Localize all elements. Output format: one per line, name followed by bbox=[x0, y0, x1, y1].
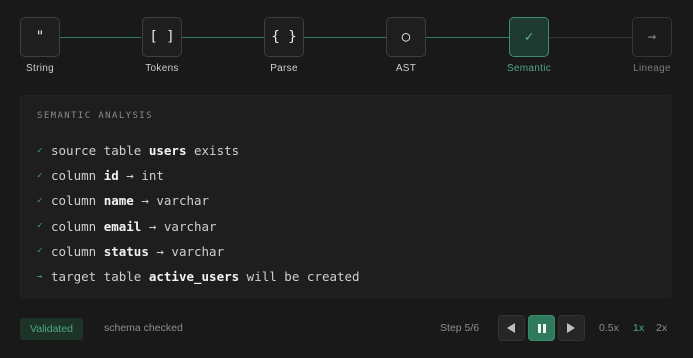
step-parse[interactable]: { } bbox=[264, 17, 304, 57]
check-subject: email bbox=[103, 218, 142, 234]
check-text: → varchar bbox=[133, 193, 210, 209]
check-item: ✓ column status → varchar bbox=[37, 239, 360, 264]
check-text: → int bbox=[118, 168, 164, 184]
semantic-analysis-panel: SEMANTIC ANALYSIS ✓ source table users ex… bbox=[20, 95, 671, 298]
step-tokens[interactable]: [ ] bbox=[142, 17, 182, 57]
step-label-tokens: Tokens bbox=[145, 63, 179, 74]
pipeline-stepper: " String [ ] Tokens { } Parse ○ AST ✓ Se… bbox=[0, 0, 693, 90]
check-text: target table bbox=[51, 269, 149, 285]
status-badge: Validated bbox=[20, 318, 84, 340]
step-label-lineage: Lineage bbox=[633, 63, 671, 74]
check-list: ✓ source table users exists ✓ column id → … bbox=[37, 138, 360, 289]
check-icon: ✓ bbox=[37, 145, 43, 156]
connector-4 bbox=[425, 37, 510, 38]
check-subject: name bbox=[103, 193, 134, 209]
check-text: exists bbox=[186, 143, 240, 159]
step-label-semantic: Semantic bbox=[506, 63, 552, 74]
check-subject: active_users bbox=[148, 269, 240, 285]
check-icon: ✓ bbox=[524, 29, 534, 45]
speed-option-1x[interactable]: 1x bbox=[633, 322, 644, 334]
panel-title: SEMANTIC ANALYSIS bbox=[37, 111, 153, 121]
play-pause-button[interactable] bbox=[528, 315, 555, 341]
pipeline-viewer: " String [ ] Tokens { } Parse ○ AST ✓ Se… bbox=[0, 0, 693, 358]
connector-5 bbox=[549, 37, 633, 38]
check-item: ✓ column id → int bbox=[37, 163, 360, 188]
check-text: source table bbox=[51, 143, 149, 159]
connector-3 bbox=[303, 37, 386, 38]
status-text: schema checked bbox=[104, 322, 183, 334]
step-string[interactable]: " bbox=[20, 17, 60, 57]
step-label-ast: AST bbox=[395, 63, 417, 74]
check-text: → varchar bbox=[148, 243, 225, 259]
brackets-icon: [ ] bbox=[149, 29, 175, 45]
check-text: column bbox=[51, 243, 104, 259]
connector-1 bbox=[59, 37, 141, 38]
check-subject: users bbox=[148, 143, 187, 159]
arrow-right-icon: → bbox=[37, 271, 43, 282]
step-semantic[interactable]: ✓ bbox=[509, 17, 549, 57]
speed-option-0-5x[interactable]: 0.5x bbox=[599, 322, 619, 334]
check-item: ✓ column name → varchar bbox=[37, 188, 360, 213]
speed-option-2x[interactable]: 2x bbox=[656, 322, 667, 334]
step-lineage[interactable]: → bbox=[632, 17, 672, 57]
check-text: will be created bbox=[239, 269, 360, 285]
check-icon: ✓ bbox=[37, 221, 43, 232]
step-ast[interactable]: ○ bbox=[386, 17, 426, 57]
quote-icon: " bbox=[35, 29, 45, 45]
check-item: → target table active_users will be creat… bbox=[37, 264, 360, 289]
check-text: column bbox=[51, 218, 104, 234]
step-label-parse: Parse bbox=[270, 63, 298, 74]
check-text: column bbox=[51, 193, 104, 209]
connector-2 bbox=[181, 37, 265, 38]
step-label-string: String bbox=[26, 63, 54, 74]
next-step-button[interactable] bbox=[558, 315, 585, 341]
step-counter: Step 5/6 bbox=[440, 322, 480, 334]
check-item: ✓ source table users exists bbox=[37, 138, 360, 163]
circle-icon: ○ bbox=[401, 29, 411, 45]
check-icon: ✓ bbox=[37, 195, 43, 206]
check-icon: ✓ bbox=[37, 246, 43, 257]
check-subject: status bbox=[103, 243, 149, 259]
arrow-right-icon: → bbox=[647, 29, 657, 45]
check-icon: ✓ bbox=[37, 170, 43, 181]
check-text: → varchar bbox=[141, 218, 217, 234]
braces-icon: { } bbox=[271, 29, 297, 45]
pause-icon bbox=[537, 323, 546, 333]
check-item: ✓ column email → varchar bbox=[37, 214, 360, 239]
check-subject: id bbox=[103, 168, 119, 184]
step-forward-icon bbox=[567, 323, 575, 333]
check-text: column bbox=[51, 168, 104, 184]
step-back-icon bbox=[507, 323, 515, 333]
prev-step-button[interactable] bbox=[498, 315, 525, 341]
